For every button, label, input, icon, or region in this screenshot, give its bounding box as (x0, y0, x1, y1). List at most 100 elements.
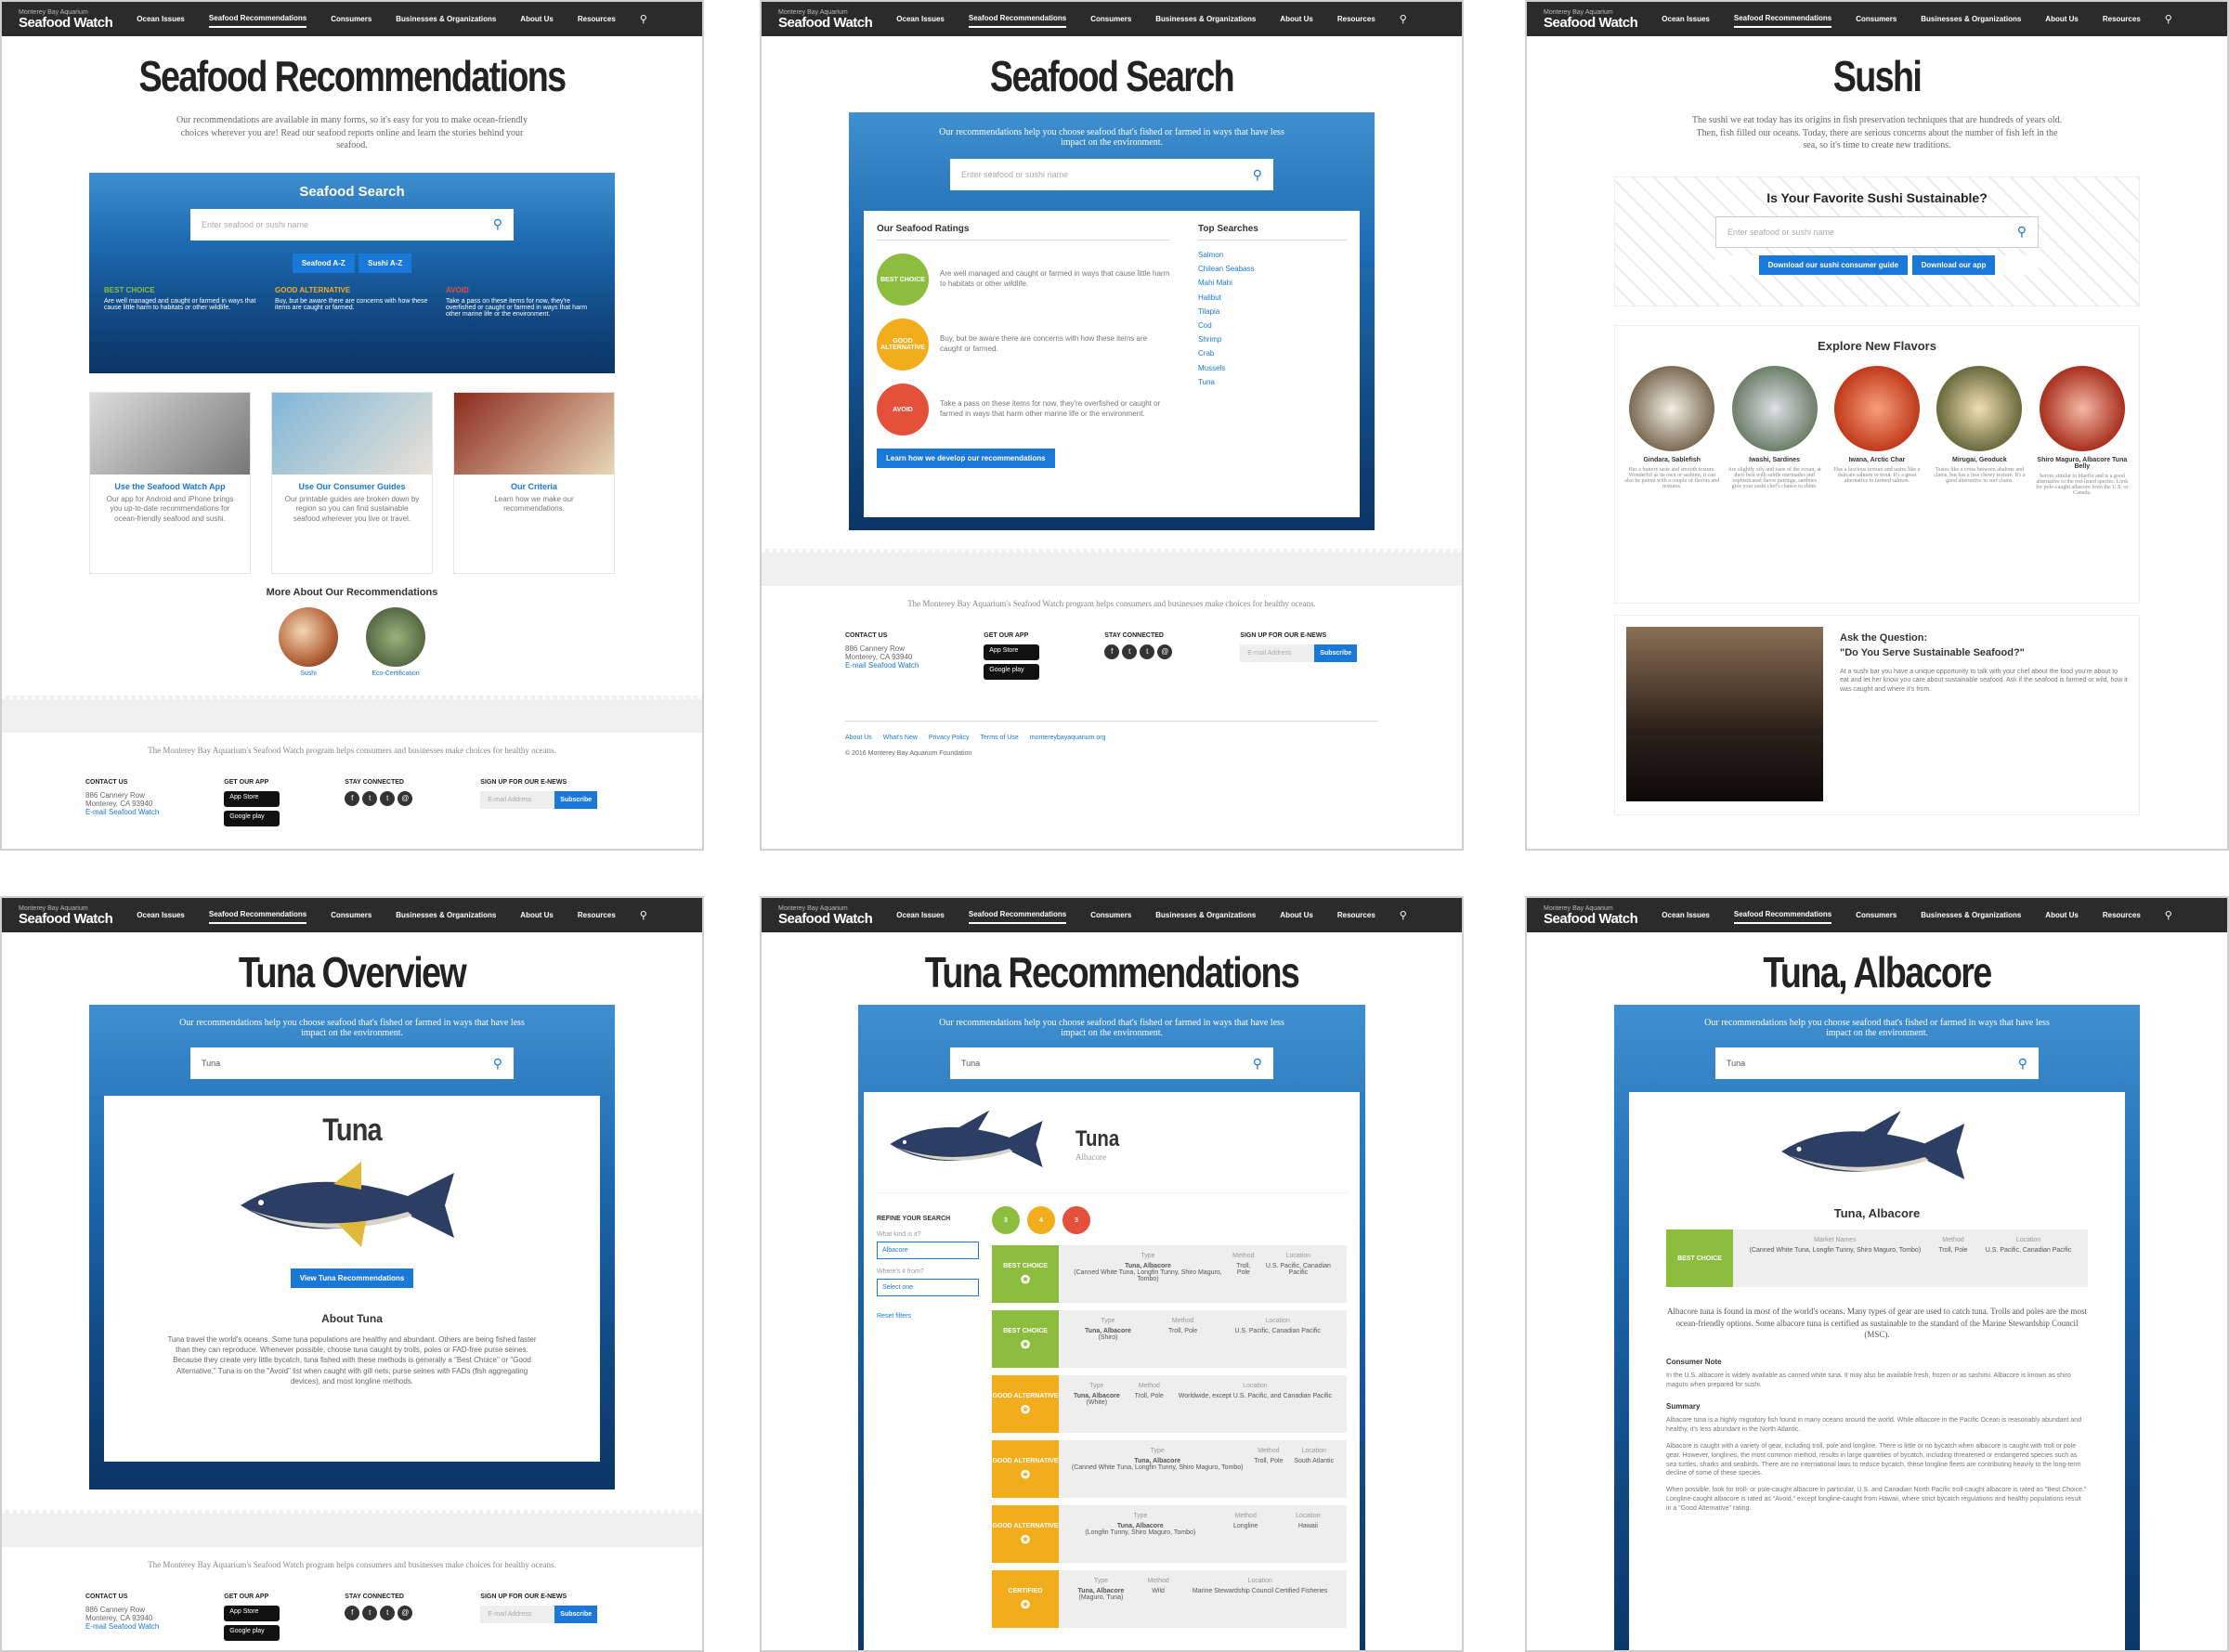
top-search-item[interactable]: Salmon (1198, 248, 1347, 262)
top-search-item[interactable]: Cod (1198, 319, 1347, 332)
search-icon[interactable]: ⚲ (2165, 13, 2172, 25)
email-icon[interactable]: @ (1157, 644, 1173, 659)
nav-businesses[interactable]: Businesses & Organizations (1155, 11, 1256, 27)
nav-seafood-recommendations[interactable]: Seafood Recommendations (968, 906, 1067, 924)
email-input[interactable]: E-mail Address (480, 790, 555, 809)
tumblr-icon[interactable]: t (1140, 644, 1155, 659)
more-sushi[interactable]: Sushi (279, 606, 338, 677)
footer-link[interactable]: Terms of Use (981, 735, 1019, 741)
appstore-badge[interactable]: App Store (984, 644, 1040, 660)
nav-consumers[interactable]: Consumers (1090, 11, 1131, 27)
facebook-icon[interactable]: f (345, 1606, 360, 1620)
nav-ocean-issues[interactable]: Ocean Issues (137, 907, 185, 923)
nav-ocean-issues[interactable]: Ocean Issues (1662, 11, 1710, 27)
top-search-item[interactable]: Mahi Mahi (1198, 276, 1347, 290)
search-icon[interactable]: ⚲ (1400, 13, 1407, 25)
nav-seafood-recommendations[interactable]: Seafood Recommendations (208, 906, 307, 924)
recommendation-row[interactable]: GOOD ALTERNATIVE ✪ Type Tuna, Albacore (Whit… (992, 1375, 1347, 1433)
card-guides[interactable]: Use Our Consumer Guides Our printable gui… (271, 391, 433, 574)
count-good[interactable]: 4 (1027, 1206, 1055, 1234)
download-app-button[interactable]: Download our app (1911, 254, 1996, 275)
nav-consumers[interactable]: Consumers (1856, 11, 1897, 27)
card-criteria[interactable]: Our Criteria Learn how we make our recomm… (453, 391, 615, 574)
email-link[interactable]: E-mail Seafood Watch (85, 1622, 159, 1631)
subscribe-button[interactable]: Subscribe (1314, 644, 1358, 662)
nav-consumers[interactable]: Consumers (1856, 907, 1897, 923)
sushi-search-input[interactable]: Enter seafood or sushi name ⚲ (1715, 215, 2039, 248)
sushi-az-button[interactable]: Sushi A-Z (358, 253, 412, 273)
search-icon[interactable]: ⚲ (493, 216, 502, 232)
flavor-item[interactable]: Iwana, Arctic Char Has a luscious texture… (1830, 365, 1924, 496)
search-icon[interactable]: ⚲ (1253, 167, 1262, 183)
top-search-item[interactable]: Shrimp (1198, 332, 1347, 346)
card-app[interactable]: Use the Seafood Watch App Our app for And… (89, 391, 251, 574)
footer-link[interactable]: montereybayaquarium.org (1030, 735, 1106, 741)
seafood-az-button[interactable]: Seafood A-Z (292, 253, 355, 273)
nav-ocean-issues[interactable]: Ocean Issues (137, 11, 185, 27)
nav-consumers[interactable]: Consumers (331, 907, 372, 923)
kind-select[interactable]: Albacore (877, 1242, 979, 1259)
footer-link[interactable]: What's New (883, 735, 918, 741)
more-eco[interactable]: Eco-Certification (366, 606, 425, 677)
more-label[interactable]: Sushi (279, 670, 338, 677)
nav-about[interactable]: About Us (2045, 11, 2079, 27)
logo[interactable]: Monterey Bay Aquarium Seafood Watch (778, 905, 873, 926)
googleplay-badge[interactable]: Google play (984, 664, 1040, 680)
card-title[interactable]: Our Criteria (454, 482, 614, 491)
nav-resources[interactable]: Resources (1337, 11, 1375, 27)
nav-consumers[interactable]: Consumers (1090, 907, 1131, 923)
logo[interactable]: Monterey Bay Aquarium Seafood Watch (778, 9, 873, 30)
card-title[interactable]: Use the Seafood Watch App (90, 482, 250, 491)
nav-seafood-recommendations[interactable]: Seafood Recommendations (968, 10, 1067, 28)
recommendation-row[interactable]: GOOD ALTERNATIVE ✪ Type Tuna, Albacore (Long… (992, 1505, 1347, 1563)
search-icon[interactable]: ⚲ (2018, 1056, 2027, 1072)
top-search-item[interactable]: Halibut (1198, 291, 1347, 305)
twitter-icon[interactable]: t (362, 1606, 378, 1620)
search-icon[interactable]: ⚲ (493, 1056, 502, 1072)
nav-about[interactable]: About Us (2045, 907, 2079, 923)
search-input[interactable]: Enter seafood or sushi name ⚲ (190, 208, 514, 241)
nav-businesses[interactable]: Businesses & Organizations (1921, 11, 2021, 27)
recommendation-row[interactable]: CERTIFIED ✪ Type Tuna, Albacore (Maguro, Tun… (992, 1570, 1347, 1628)
search-icon[interactable]: ⚲ (2165, 909, 2172, 921)
nav-about[interactable]: About Us (1280, 907, 1313, 923)
nav-resources[interactable]: Resources (2103, 11, 2141, 27)
footer-link[interactable]: Privacy Policy (929, 735, 970, 741)
learn-button[interactable]: Learn how we develop our recommendations (877, 449, 1055, 468)
nav-seafood-recommendations[interactable]: Seafood Recommendations (1733, 906, 1832, 924)
reset-filters-link[interactable]: Reset filters (877, 1313, 979, 1320)
search-icon[interactable]: ⚲ (640, 13, 647, 25)
nav-ocean-issues[interactable]: Ocean Issues (1662, 907, 1710, 923)
search-icon[interactable]: ⚲ (640, 909, 647, 921)
email-icon[interactable]: @ (398, 1606, 413, 1620)
logo[interactable]: Monterey Bay Aquarium Seafood Watch (1544, 9, 1638, 30)
facebook-icon[interactable]: f (1104, 644, 1120, 659)
recommendation-row[interactable]: BEST CHOICE ✪ Type Tuna, Albacore (Canned Wh… (992, 1245, 1347, 1303)
appstore-badge[interactable]: App Store (224, 790, 280, 807)
nav-resources[interactable]: Resources (2103, 907, 2141, 923)
logo[interactable]: Monterey Bay Aquarium Seafood Watch (19, 905, 113, 926)
search-input[interactable]: Tuna ⚲ (1715, 1047, 2039, 1079)
nav-seafood-recommendations[interactable]: Seafood Recommendations (208, 10, 307, 28)
nav-businesses[interactable]: Businesses & Organizations (396, 907, 496, 923)
flavor-item[interactable]: Mirugai, Geoduck Tastes like a cross betw… (1932, 365, 2027, 496)
recommendation-row[interactable]: BEST CHOICE ✪ Type Tuna, Albacore (Shiro) Met… (992, 1310, 1347, 1368)
nav-resources[interactable]: Resources (578, 11, 616, 27)
nav-resources[interactable]: Resources (578, 907, 616, 923)
top-search-item[interactable]: Crab (1198, 346, 1347, 360)
view-tuna-button[interactable]: View Tuna Recommendations (290, 1268, 414, 1288)
more-label[interactable]: Eco-Certification (366, 670, 425, 677)
search-icon[interactable]: ⚲ (2017, 224, 2027, 240)
email-input[interactable]: E-mail Address (480, 1606, 555, 1623)
logo[interactable]: Monterey Bay Aquarium Seafood Watch (1544, 905, 1638, 926)
email-icon[interactable]: @ (398, 790, 413, 806)
search-icon[interactable]: ⚲ (1253, 1056, 1262, 1072)
googleplay-badge[interactable]: Google play (224, 1625, 280, 1641)
email-link[interactable]: E-mail Seafood Watch (845, 661, 919, 670)
twitter-icon[interactable]: t (362, 790, 378, 806)
top-search-item[interactable]: Tilapia (1198, 305, 1347, 319)
nav-about[interactable]: About Us (1280, 11, 1313, 27)
nav-businesses[interactable]: Businesses & Organizations (1921, 907, 2021, 923)
count-avoid[interactable]: 3 (1062, 1206, 1090, 1234)
flavor-item[interactable]: Shiro Maguro, Albacore Tuna Belly Serves … (2035, 365, 2130, 496)
